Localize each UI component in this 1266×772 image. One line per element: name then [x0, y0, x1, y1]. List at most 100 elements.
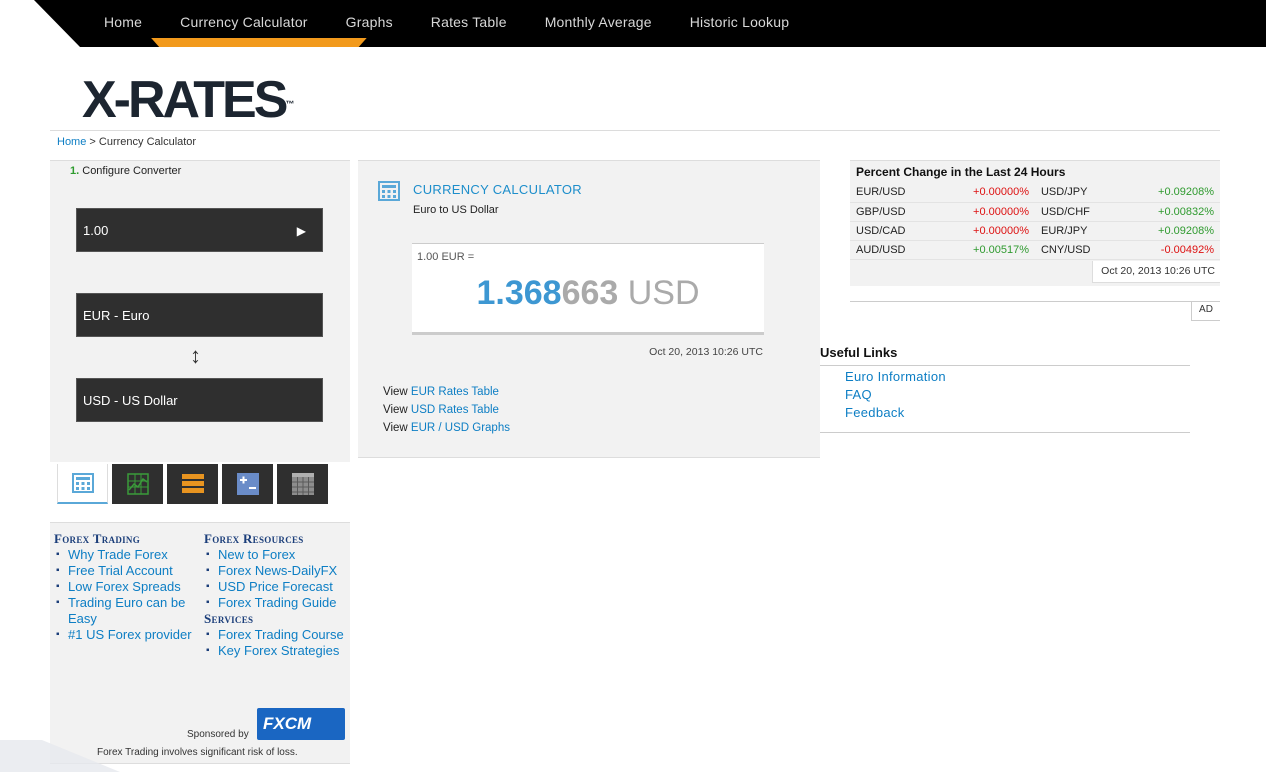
calculator-panel: CURRENCY CALCULATOR Euro to US Dollar 1.…	[358, 160, 820, 458]
risk-disclaimer: Forex Trading involves significant risk …	[97, 747, 298, 758]
pair-cell[interactable]: EUR/JPY	[1034, 221, 1123, 241]
nav-item-rates-table[interactable]: Rates Table	[412, 0, 526, 47]
table-row: GBP/USD +0.00000% USD/CHF +0.00832%	[850, 202, 1220, 222]
nav-items: Home Currency Calculator Graphs Rates Ta…	[85, 0, 808, 47]
result-minor-digits: 663	[561, 274, 619, 312]
monthly-average-tab-icon	[236, 473, 259, 495]
list-item[interactable]: Trading Euro can be Easy	[54, 595, 204, 627]
step-number: 1.	[70, 165, 80, 177]
useful-links-list: Euro Information FAQ Feedback	[820, 366, 1190, 433]
list-item[interactable]: Forex Trading Course	[204, 627, 350, 643]
services-heading[interactable]: Services	[204, 611, 350, 627]
fxcm-logo[interactable]: FXCM	[257, 708, 345, 740]
forex-trading-list: Why Trade Forex Free Trial Account Low F…	[54, 547, 204, 643]
top-nav-bar: Home Currency Calculator Graphs Rates Ta…	[0, 0, 1266, 47]
change-cell: +0.00832%	[1122, 202, 1220, 222]
calculator-tab-icon	[71, 473, 94, 493]
list-item[interactable]: Forex News-DailyFX	[204, 563, 350, 579]
table-row: AUD/USD +0.00517% CNY/USD -0.00492%	[850, 240, 1220, 260]
converter-panel: 1. Configure Converter 1.00 ▶ EUR - Euro…	[50, 160, 350, 462]
pair-cell[interactable]: CNY/USD	[1034, 240, 1123, 260]
change-cell: +0.00517%	[937, 240, 1035, 260]
forex-resources-column: Forex Resources New to Forex Forex News-…	[204, 531, 350, 659]
faq-link[interactable]: FAQ	[845, 386, 1190, 404]
tab-monthly-average[interactable]	[222, 464, 273, 504]
usd-rates-table-link[interactable]: USD Rates Table	[411, 404, 499, 416]
list-item[interactable]: Why Trade Forex	[54, 547, 204, 563]
pair-cell[interactable]: USD/CAD	[850, 221, 938, 241]
forex-trading-heading[interactable]: Forex Trading	[54, 531, 204, 547]
eur-usd-graphs-link[interactable]: EUR / USD Graphs	[411, 422, 510, 434]
eur-rates-table-link[interactable]: EUR Rates Table	[411, 386, 499, 398]
forex-resources-heading[interactable]: Forex Resources	[204, 531, 350, 547]
percent-change-timestamp: Oct 20, 2013 10:26 UTC	[1092, 261, 1220, 283]
view-link-row: View USD Rates Table	[383, 404, 499, 416]
view-prefix: View	[383, 422, 411, 434]
list-item[interactable]: USD Price Forecast	[204, 579, 350, 595]
change-cell: +0.00000%	[937, 221, 1035, 241]
tab-rates-table[interactable]	[167, 464, 218, 504]
view-link-row: View EUR / USD Graphs	[383, 422, 510, 434]
services-list: Forex Trading Course Key Forex Strategie…	[204, 627, 350, 659]
nav-item-monthly-average[interactable]: Monthly Average	[526, 0, 671, 47]
pair-cell[interactable]: USD/CHF	[1034, 202, 1123, 222]
table-row: USD/CAD +0.00000% EUR/JPY +0.09208%	[850, 221, 1220, 241]
euro-information-link[interactable]: Euro Information	[845, 368, 1190, 386]
pair-cell[interactable]: AUD/USD	[850, 240, 938, 260]
nav-item-home[interactable]: Home	[85, 0, 161, 47]
useful-links-title: Useful Links	[820, 344, 1190, 366]
list-item[interactable]: Key Forex Strategies	[204, 643, 350, 659]
amount-input[interactable]: 1.00 ▶	[76, 208, 323, 252]
percent-change-table: EUR/USD +0.00000% USD/JPY +0.09208% GBP/…	[850, 183, 1220, 260]
pair-cell[interactable]: GBP/USD	[850, 202, 938, 222]
to-currency-select[interactable]: USD - US Dollar	[76, 378, 323, 422]
amount-value: 1.00	[83, 223, 109, 238]
result-currency: USD	[618, 274, 700, 312]
pair-cell[interactable]: EUR/USD	[850, 183, 938, 203]
change-cell: -0.00492%	[1122, 240, 1220, 260]
table-row: EUR/USD +0.00000% USD/JPY +0.09208%	[850, 183, 1220, 203]
tab-graphs[interactable]	[112, 464, 163, 504]
list-item[interactable]: New to Forex	[204, 547, 350, 563]
nav-item-currency-calculator[interactable]: Currency Calculator	[161, 0, 327, 47]
calculator-timestamp: Oct 20, 2013 10:26 UTC	[649, 346, 763, 358]
configure-step-label: 1. Configure Converter	[70, 165, 181, 177]
from-amount-label: 1.00 EUR =	[417, 251, 475, 263]
breadcrumb-current: Currency Calculator	[98, 136, 197, 148]
change-cell: +0.09208%	[1122, 221, 1220, 241]
forex-resources-list: New to Forex Forex News-DailyFX USD Pric…	[204, 547, 350, 611]
nav-item-graphs[interactable]: Graphs	[327, 0, 412, 47]
calculator-title: CURRENCY CALCULATOR	[413, 182, 582, 197]
calculator-icon	[378, 181, 400, 201]
tab-historic-lookup[interactable]	[277, 464, 328, 504]
list-item[interactable]: Low Forex Spreads	[54, 579, 204, 595]
forex-trading-column: Forex Trading Why Trade Forex Free Trial…	[54, 531, 204, 643]
list-item[interactable]: #1 US Forex provider	[54, 627, 204, 643]
sponsored-by-label: Sponsored by	[187, 729, 249, 740]
percent-change-panel: Percent Change in the Last 24 Hours EUR/…	[850, 160, 1220, 286]
play-icon[interactable]: ▶	[297, 209, 306, 253]
conversion-result-box: 1.00 EUR = 1.368663 USD	[412, 243, 764, 335]
header-divider	[50, 130, 1220, 131]
change-cell: +0.00000%	[937, 202, 1035, 222]
breadcrumb-home-link[interactable]: Home	[57, 136, 86, 148]
feedback-link[interactable]: Feedback	[845, 404, 1190, 422]
tab-calculator[interactable]	[57, 464, 108, 504]
site-logo[interactable]: X-RATES™	[82, 74, 294, 126]
change-cell: +0.00000%	[937, 183, 1035, 203]
breadcrumb: Home > Currency Calculator	[57, 136, 196, 148]
pair-cell[interactable]: USD/JPY	[1034, 183, 1123, 203]
view-prefix: View	[383, 386, 411, 398]
graph-tab-icon	[126, 473, 149, 495]
ad-divider	[850, 301, 1220, 302]
rates-table-tab-icon	[181, 474, 204, 493]
calculator-subtitle: Euro to US Dollar	[413, 204, 499, 216]
from-currency-select[interactable]: EUR - Euro	[76, 293, 323, 337]
percent-change-title: Percent Change in the Last 24 Hours	[856, 165, 1066, 179]
logo-trademark: ™	[285, 99, 295, 109]
swap-arrows-icon[interactable]: ↕	[190, 345, 201, 367]
list-item[interactable]: Forex Trading Guide	[204, 595, 350, 611]
nav-item-historic-lookup[interactable]: Historic Lookup	[671, 0, 809, 47]
list-item[interactable]: Free Trial Account	[54, 563, 204, 579]
useful-links-panel: Useful Links Euro Information FAQ Feedba…	[820, 344, 1190, 433]
